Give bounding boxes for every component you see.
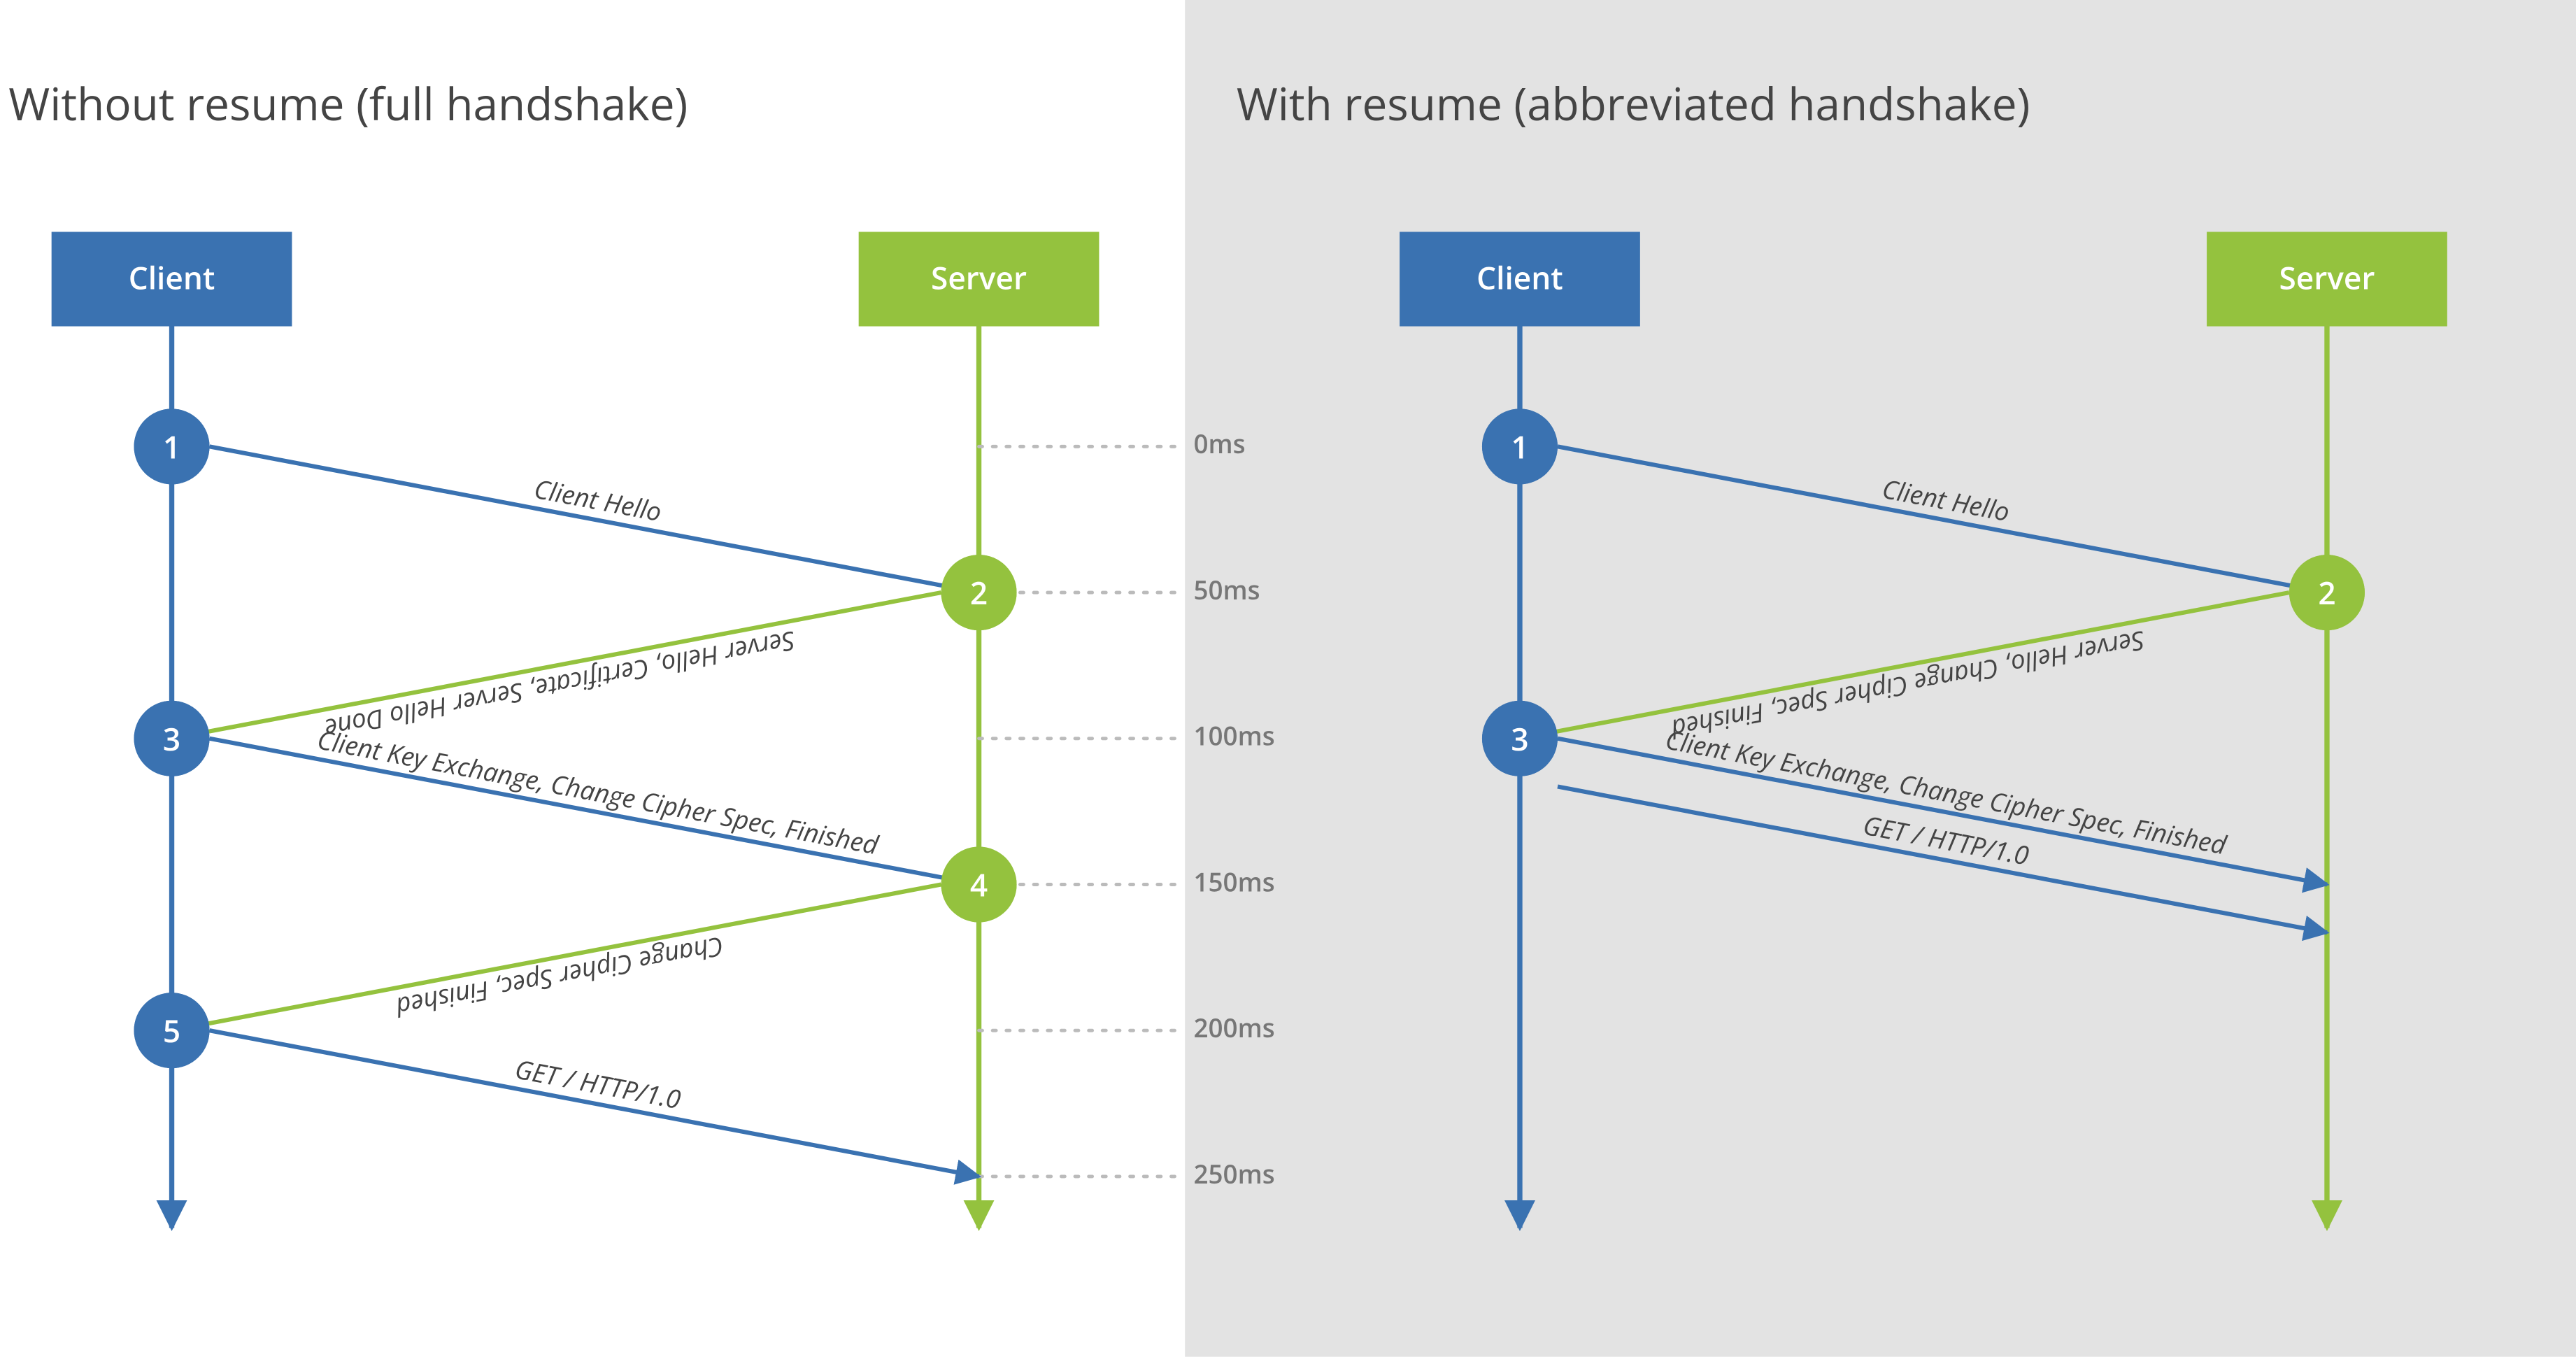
left-client-box: Client <box>129 257 215 299</box>
right-step-2-top: 2 <box>2318 571 2335 613</box>
time-label: 150ms <box>1193 864 1274 899</box>
left-step-2-top: 2 <box>970 571 988 613</box>
right-client-box: Client <box>1476 257 1563 299</box>
time-label: 200ms <box>1193 1010 1274 1045</box>
left-msg-5: GET / HTTP/1.0 <box>512 1051 683 1116</box>
left-step-3-top: 3 <box>163 718 180 760</box>
left-msg-2: Server Hello, Certificate, Server Hello … <box>322 623 798 747</box>
right-step-1-top: 1 <box>1511 425 1528 467</box>
left-title: Without resume (full handshake) <box>8 73 688 134</box>
time-label: 50ms <box>1193 572 1260 607</box>
tls-handshake-diagram: Without resume (full handshake) With resu… <box>0 0 2576 1357</box>
left-msg-3: Client Key Exchange, Change Cipher Spec,… <box>315 721 882 862</box>
time-label: 0ms <box>1193 426 1245 461</box>
right-server-box: Server <box>2279 257 2375 299</box>
left-step-5-top: 5 <box>163 1009 180 1051</box>
right-title: With resume (abbreviated handshake) <box>1237 73 2030 134</box>
right-step-3-top: 3 <box>1511 718 1528 760</box>
left-step-4-top: 4 <box>970 863 988 905</box>
time-label: 100ms <box>1193 718 1274 753</box>
left-step-1-top: 1 <box>163 425 180 467</box>
time-label: 250ms <box>1193 1156 1274 1191</box>
left-server-box: Server <box>931 257 1027 299</box>
